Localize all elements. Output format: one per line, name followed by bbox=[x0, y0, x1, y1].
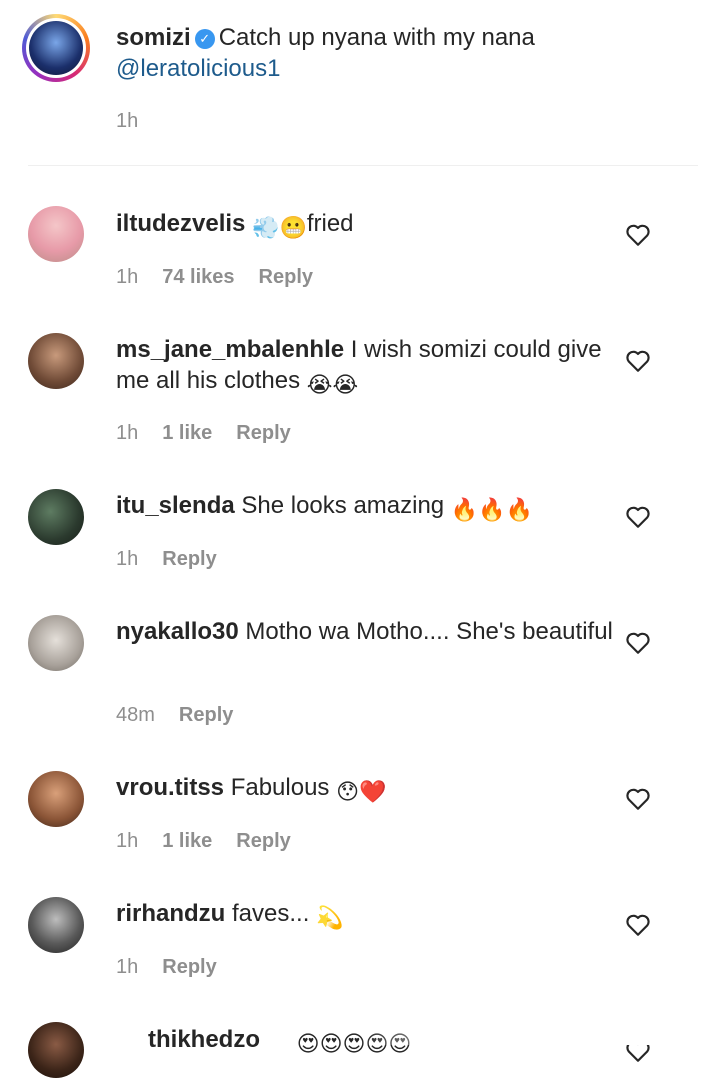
comment-avatar[interactable] bbox=[28, 897, 84, 953]
comment-avatar[interactable] bbox=[28, 615, 84, 671]
comment-text: nyakallo30 Motho wa Motho.... She's beau… bbox=[116, 616, 616, 647]
comment-time: 1h bbox=[116, 548, 139, 570]
comment-meta: 1h 1 like Reply bbox=[116, 422, 291, 445]
comment-emojis: 💨😬 bbox=[252, 215, 307, 240]
comment-username[interactable]: itu_slenda bbox=[116, 492, 235, 519]
comment-avatar[interactable] bbox=[28, 206, 84, 262]
comment-body: Fabulous bbox=[230, 774, 330, 801]
comment-emojis: 😯❤️ bbox=[336, 779, 387, 804]
comment-username[interactable]: nyakallo30 bbox=[116, 618, 239, 645]
comment-time: 1h bbox=[116, 830, 139, 852]
heart-outline-icon[interactable] bbox=[625, 223, 651, 247]
heart-outline-icon[interactable] bbox=[625, 787, 651, 811]
comment-likes[interactable]: 74 likes bbox=[162, 266, 234, 289]
comment-text: itu_slenda She looks amazing 🔥🔥🔥 bbox=[116, 490, 616, 525]
comment-text: rirhandzu faves... 💫 bbox=[116, 898, 616, 933]
post-author-avatar[interactable] bbox=[22, 14, 90, 82]
comment-avatar[interactable] bbox=[28, 1022, 84, 1078]
heart-outline-icon[interactable] bbox=[625, 913, 651, 937]
post-username[interactable]: somizi bbox=[116, 24, 191, 51]
comment-avatar[interactable] bbox=[28, 489, 84, 545]
comment-meta: 1h 74 likes Reply bbox=[116, 266, 313, 289]
comment-username[interactable]: rirhandzu bbox=[116, 900, 225, 927]
comment-text: vrou.titss Fabulous 😯❤️ bbox=[116, 772, 616, 807]
comment-meta: 1h Reply bbox=[116, 956, 217, 979]
comment-avatar[interactable] bbox=[28, 333, 84, 389]
divider bbox=[28, 165, 698, 166]
reply-button[interactable]: Reply bbox=[179, 704, 233, 727]
comment-likes[interactable]: 1 like bbox=[162, 830, 212, 853]
heart-outline-icon[interactable] bbox=[625, 505, 651, 529]
comment-username[interactable]: iltudezvelis bbox=[116, 210, 245, 237]
comment-username[interactable]: thikhedzo bbox=[148, 1026, 260, 1053]
comment-emojis: 💫 bbox=[316, 905, 344, 930]
comment-likes[interactable]: 1 like bbox=[162, 422, 212, 445]
comment-username[interactable]: vrou.titss bbox=[116, 774, 224, 801]
comment-body: She looks amazing bbox=[241, 492, 445, 519]
comment-avatar[interactable] bbox=[28, 771, 84, 827]
post-caption-text: Catch up nyana with my nana bbox=[218, 24, 535, 51]
comment-emojis: 🔥🔥🔥 bbox=[450, 497, 534, 522]
comment-text: iltudezvelis 💨😬fried bbox=[116, 208, 616, 243]
reply-button[interactable]: Reply bbox=[162, 956, 216, 979]
comment-emojis: 😭😭 bbox=[306, 372, 359, 397]
comment-meta: 1h 1 like Reply bbox=[116, 830, 291, 853]
comment-body: faves... bbox=[232, 900, 310, 927]
comment-username[interactable]: ms_jane_mbalenhle bbox=[116, 336, 344, 363]
heart-outline-icon[interactable] bbox=[625, 631, 651, 655]
comment-time: 1h bbox=[116, 422, 139, 444]
comment-meta: 48m Reply bbox=[116, 704, 233, 727]
comment-body: Motho wa Motho.... She's beautiful bbox=[245, 618, 613, 645]
verified-badge-icon: ✓ bbox=[194, 29, 215, 49]
bottom-fade-overlay bbox=[360, 1010, 720, 1045]
post-caption: somizi ✓ Catch up nyana with my nana @lera… bbox=[116, 22, 676, 84]
reply-button[interactable]: Reply bbox=[162, 548, 216, 571]
comment-meta: 1h Reply bbox=[116, 548, 217, 571]
post-time: 1h bbox=[116, 110, 138, 133]
heart-outline-icon[interactable] bbox=[625, 349, 651, 373]
comment-time: 1h bbox=[116, 956, 139, 978]
reply-button[interactable]: Reply bbox=[236, 830, 290, 853]
post-time-text: 1h bbox=[116, 110, 139, 132]
comment-time: 1h bbox=[116, 266, 139, 288]
comment-time: 48m bbox=[116, 704, 155, 726]
mention-link[interactable]: @leratolicious1 bbox=[116, 55, 280, 82]
comment-text: ms_jane_mbalenhle I wish somizi could gi… bbox=[116, 334, 616, 400]
reply-button[interactable]: Reply bbox=[259, 266, 313, 289]
reply-button[interactable]: Reply bbox=[236, 422, 290, 445]
comment-body: fried bbox=[306, 210, 354, 237]
